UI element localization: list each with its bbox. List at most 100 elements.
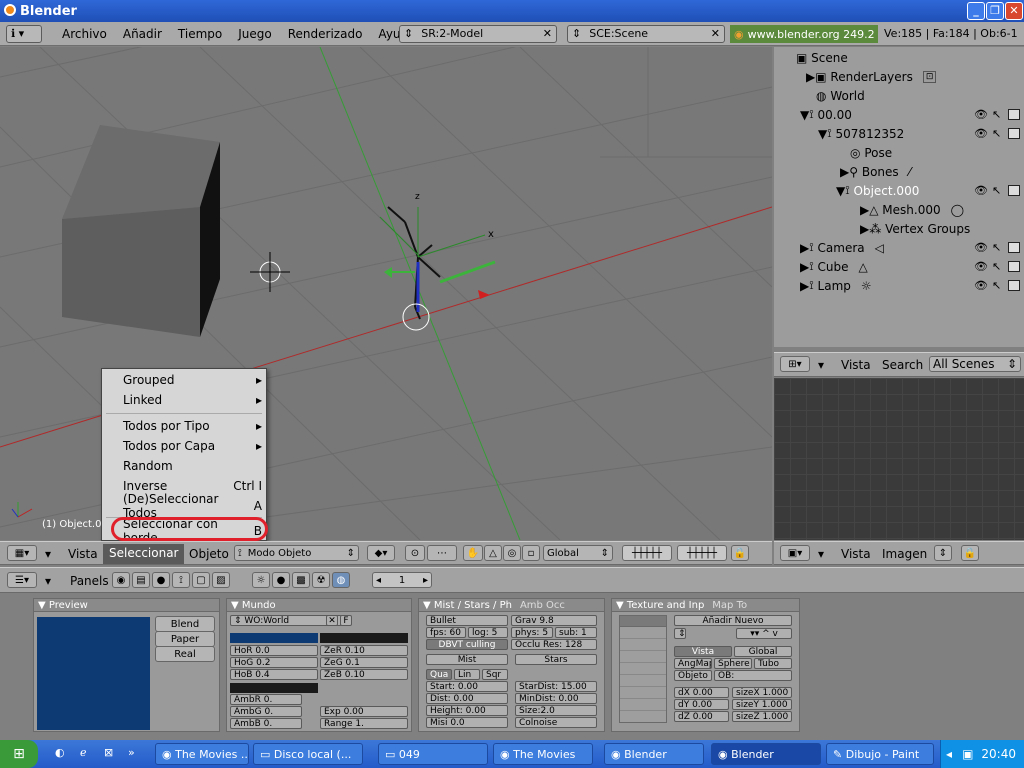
image-browse-icon[interactable]: ⇕ xyxy=(934,545,952,561)
render-icon[interactable] xyxy=(1008,280,1020,291)
snap-icon[interactable]: ⋯ xyxy=(427,545,457,561)
phys-field[interactable]: phys: 5 xyxy=(511,627,553,638)
tab-amb-occ[interactable]: Amb Occ xyxy=(520,600,565,611)
menu-objeto[interactable]: Objeto xyxy=(189,547,229,561)
outliner-editor-icon[interactable]: ⊞▾ xyxy=(780,356,810,372)
menu-vista[interactable]: Vista xyxy=(841,358,871,372)
world-shading-icon[interactable]: ◍ xyxy=(332,572,350,588)
menu-anadir[interactable]: Añadir xyxy=(115,27,170,41)
star-dist-field[interactable]: StarDist: 15.00 xyxy=(515,681,597,692)
menu-item-todos-por-capa[interactable]: Todos por Capa ▸ xyxy=(102,436,266,456)
dbvt-culling-toggle[interactable]: DBVT culling xyxy=(426,639,508,650)
mist-start-field[interactable]: Start: 0.00 xyxy=(426,681,508,692)
screen-delete-icon[interactable]: ✕ xyxy=(543,27,552,40)
hand-tool-icon[interactable]: ✋ xyxy=(463,545,483,561)
horizon-color-swatch[interactable] xyxy=(230,633,318,643)
dx-field[interactable]: dX 0.00 xyxy=(674,687,729,698)
pointer-icon[interactable]: ↖ xyxy=(992,279,1001,292)
lock-icon[interactable]: 🔒 xyxy=(731,545,749,561)
dz-field[interactable]: dZ 0.00 xyxy=(674,711,729,722)
texture-channel-list[interactable] xyxy=(619,615,667,723)
pivot-icon[interactable]: ⊙ xyxy=(405,545,425,561)
menu-vista[interactable]: Vista xyxy=(68,547,98,561)
mist-dist-field[interactable]: Dist: 0.00 xyxy=(426,693,508,704)
collapse-menu-icon[interactable]: ▾ xyxy=(818,358,824,372)
collapse-menu-icon[interactable]: ▾ xyxy=(45,547,51,561)
task-blender-2[interactable]: ◉ Blender xyxy=(711,743,821,765)
zeb-slider[interactable]: ZeB 0.10 xyxy=(320,669,408,680)
exp-slider[interactable]: Exp 0.00 xyxy=(320,706,408,717)
editing-context-icon[interactable]: ▢ xyxy=(192,572,210,588)
tube-button[interactable]: Tubo xyxy=(754,658,792,669)
add-new-texture-button[interactable]: Añadir Nuevo xyxy=(674,615,792,626)
texture-browse-icon[interactable]: ⇕ xyxy=(674,628,686,639)
render-icon[interactable] xyxy=(1008,128,1020,139)
script-context-icon[interactable]: ▤ xyxy=(132,572,150,588)
eye-icon[interactable]: 👁 xyxy=(974,108,988,121)
hog-slider[interactable]: HoG 0.2 xyxy=(230,657,318,668)
draw-type-icon[interactable]: ◆▾ xyxy=(367,545,395,561)
pointer-icon[interactable]: ↖ xyxy=(992,260,1001,273)
zer-slider[interactable]: ZeR 0.10 xyxy=(320,645,408,656)
render-icon[interactable] xyxy=(1008,261,1020,272)
menu-item-deselect-all[interactable]: (De)Seleccionar Todos A xyxy=(102,492,266,520)
orientation-selector[interactable]: Global ⇕ xyxy=(543,545,613,561)
outliner-item[interactable]: ▣ Scene xyxy=(796,48,848,67)
ambb-slider[interactable]: AmbB 0. xyxy=(230,718,302,729)
image-editor-icon[interactable]: ▣▾ xyxy=(780,545,810,561)
object-context-icon[interactable]: ⟟ xyxy=(172,572,190,588)
blend-button[interactable]: Blend xyxy=(155,616,215,632)
mode-selector[interactable]: ⟟ Modo Objeto ⇕ xyxy=(234,545,359,561)
task-folder-049[interactable]: ▭ 049 xyxy=(378,743,488,765)
menu-archivo[interactable]: Archivo xyxy=(54,27,115,41)
stars-toggle[interactable]: Stars xyxy=(515,654,597,665)
texture-order-buttons[interactable]: ▾▾ ^ v xyxy=(736,628,792,639)
minimize-button[interactable]: _ xyxy=(967,2,985,20)
global-coords-button[interactable]: Global xyxy=(734,646,792,657)
task-blender-1[interactable]: ◉ Blender xyxy=(604,743,704,765)
menu-juego[interactable]: Juego xyxy=(230,27,280,41)
image-editor-area[interactable] xyxy=(774,378,1024,540)
task-the-movies-1[interactable]: ◉ The Movies ... xyxy=(155,743,249,765)
quicklaunch-media-icon[interactable]: ◐ xyxy=(55,746,65,759)
pointer-icon[interactable]: ↖ xyxy=(992,184,1001,197)
mist-lin-button[interactable]: Lin xyxy=(454,669,480,680)
hob-slider[interactable]: HoB 0.4 xyxy=(230,669,318,680)
star-mindist-field[interactable]: MinDist: 0.00 xyxy=(515,693,597,704)
tab-map-to[interactable]: Map To xyxy=(712,600,747,611)
outliner-item[interactable]: ◍ World xyxy=(816,86,865,105)
scale-manipulator-icon[interactable]: ▫ xyxy=(522,545,540,561)
render-icon[interactable] xyxy=(1008,185,1020,196)
menu-item-random[interactable]: Random xyxy=(102,456,266,476)
world-unlink-icon[interactable]: ✕ xyxy=(326,615,338,626)
close-window-button[interactable]: ✕ xyxy=(1005,2,1023,20)
real-button[interactable]: Real xyxy=(155,646,215,662)
pointer-icon[interactable]: ↖ xyxy=(992,241,1001,254)
task-disco-local[interactable]: ▭ Disco local (... xyxy=(253,743,363,765)
layers-group-2[interactable]: ┼┼┼┼┼ xyxy=(677,545,727,561)
quicklaunch-excel-icon[interactable]: ⊠ xyxy=(104,746,113,759)
menu-imagen[interactable]: Imagen xyxy=(882,547,927,561)
sphere-button[interactable]: Sphere xyxy=(714,658,752,669)
range-slider[interactable]: Range 1. xyxy=(320,718,408,729)
frame-field[interactable]: ◂ 1 ▸ xyxy=(372,572,432,588)
render-icon[interactable] xyxy=(1008,242,1020,253)
task-the-movies-2[interactable]: ◉ The Movies xyxy=(493,743,593,765)
sizey-field[interactable]: sizeY 1.000 xyxy=(732,699,792,710)
screen-selector[interactable]: ⇕ SR:2-Model ✕ xyxy=(399,24,557,43)
collapse-menu-icon[interactable]: ▾ xyxy=(45,574,51,588)
menu-item-linked[interactable]: Linked ▸ xyxy=(102,390,266,410)
tray-arrow-icon[interactable]: ◂ xyxy=(946,747,952,761)
texture-shading-icon[interactable]: ▩ xyxy=(292,572,310,588)
mist-toggle[interactable]: Mist xyxy=(426,654,508,665)
render-icon[interactable] xyxy=(1008,109,1020,120)
rotate-manipulator-icon[interactable]: ◎ xyxy=(503,545,521,561)
world-fake-user-button[interactable]: F xyxy=(340,615,352,626)
layers-group-1[interactable]: ┼┼┼┼┼ xyxy=(622,545,672,561)
sizex-field[interactable]: sizeX 1.000 xyxy=(732,687,792,698)
material-shading-icon[interactable]: ● xyxy=(272,572,290,588)
sizez-field[interactable]: sizeZ 1.000 xyxy=(732,711,792,722)
translate-manipulator-icon[interactable]: △ xyxy=(484,545,502,561)
angmap-button[interactable]: AngMap xyxy=(674,658,712,669)
quicklaunch-more-icon[interactable]: » xyxy=(128,746,135,759)
